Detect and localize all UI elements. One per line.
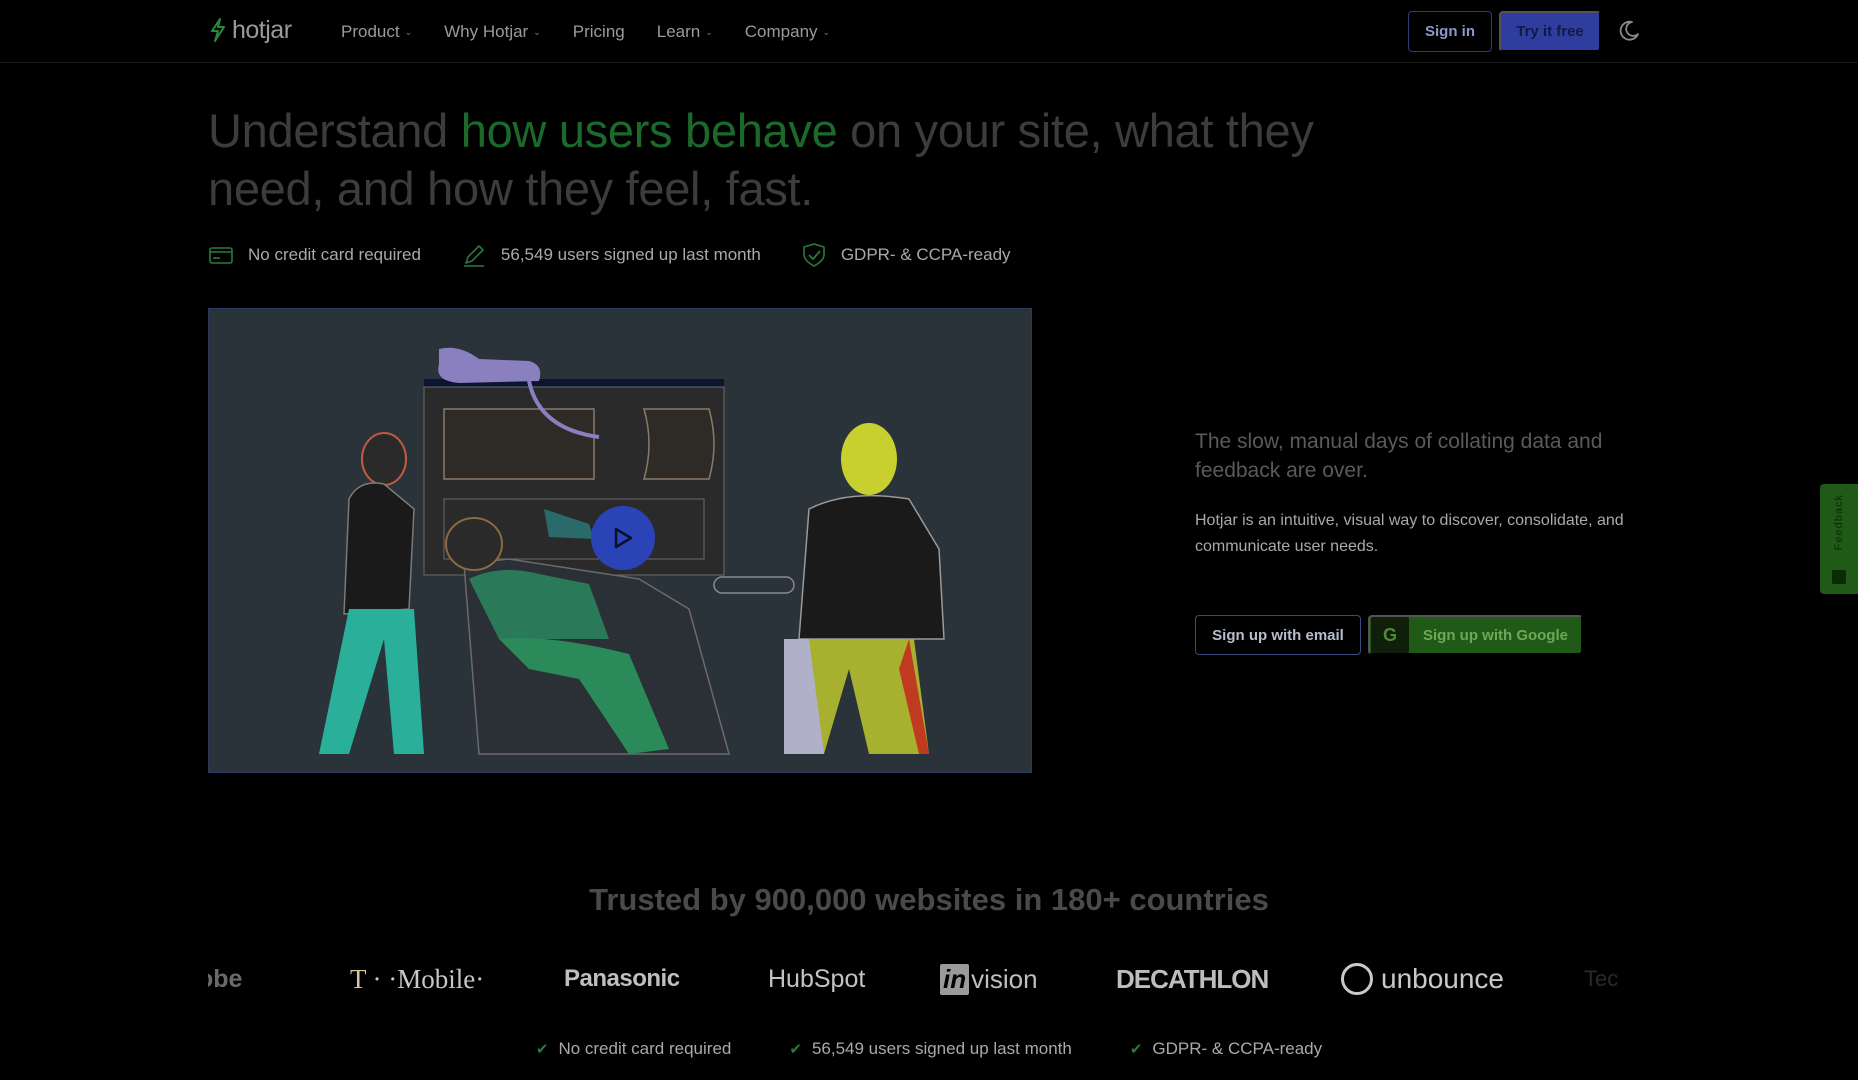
unbounce-wordmark: unbounce <box>1381 963 1505 994</box>
nav-product[interactable]: Product ⌄ <box>341 20 412 44</box>
bottom-badge: ✔ 56,549 users signed up last month <box>789 1039 1071 1059</box>
hero-video[interactable] <box>208 308 1032 773</box>
adobe-logo: obe <box>208 964 243 993</box>
top-nav: hotjar Product ⌄ Why Hotjar ⌄ Pricing Le… <box>0 0 1858 63</box>
hero-lead: The slow, manual days of collating data … <box>1195 430 1603 482</box>
sign-up-email-button[interactable]: Sign up with email <box>1195 615 1361 655</box>
headline-accent: how users behave <box>460 104 838 157</box>
nav-learn[interactable]: Learn ⌄ <box>657 20 713 44</box>
t-mobile-mark: T <box>350 963 367 994</box>
badge-signups: 56,549 users signed up last month <box>461 242 761 268</box>
nav-company[interactable]: Company ⌄ <box>745 20 830 44</box>
try-it-free-button[interactable]: Try it free <box>1499 11 1601 52</box>
badge-label: No credit card required <box>248 245 421 264</box>
logo-text: hotjar <box>232 15 292 44</box>
invision-logo: in vision <box>940 958 1038 1000</box>
check-icon: ✔ <box>1129 1041 1143 1058</box>
feedback-tab[interactable]: Feedback <box>1820 484 1858 594</box>
hubspot-logo: HubSpot <box>768 964 866 993</box>
play-icon <box>614 527 633 549</box>
invision-wordmark: vision <box>971 963 1038 994</box>
chevron-down-icon: ⌄ <box>533 26 541 37</box>
nav-why-hotjar[interactable]: Why Hotjar ⌄ <box>444 20 541 44</box>
t-mobile-logo: T · ·Mobile· <box>350 958 484 1000</box>
headline-pre: Understand <box>208 104 461 157</box>
hotjar-logo[interactable]: hotjar <box>208 16 292 44</box>
bottom-badges: ✔ No credit card required ✔ 56,549 users… <box>0 1039 1858 1059</box>
unbounce-icon <box>1341 963 1373 995</box>
bottom-badge-label: GDPR- & CCPA-ready <box>1152 1039 1323 1058</box>
nav-company-label: Company <box>744 22 818 41</box>
bottom-badge-label: 56,549 users signed up last month <box>811 1039 1072 1058</box>
sign-up-google-button[interactable]: G Sign up with Google <box>1368 615 1583 655</box>
shield-check-icon <box>803 243 825 267</box>
hero-badges: No credit card required 56,549 users sig… <box>208 242 1051 268</box>
techcrunch-logo: Tec <box>1584 966 1619 991</box>
badge-no-credit-card: No credit card required <box>208 242 421 268</box>
sign-in-button[interactable]: Sign in <box>1408 11 1492 52</box>
chevron-down-icon: ⌄ <box>822 26 831 37</box>
check-icon: ✔ <box>789 1041 802 1058</box>
panasonic-logo: Panasonic <box>564 965 680 992</box>
badge-label: 56,549 users signed up last month <box>500 245 761 264</box>
bottom-badge-label: No credit card required <box>558 1039 732 1058</box>
decathlon-logo: DECATHLON <box>1116 963 1269 994</box>
google-button-label: Sign up with Google <box>1423 626 1568 644</box>
hotjar-flame-icon <box>211 18 225 42</box>
chevron-down-icon: ⌄ <box>705 26 713 37</box>
moon-icon[interactable] <box>1617 19 1641 43</box>
trusted-heading: Trusted by 900,000 websites in 180+ coun… <box>589 882 1269 917</box>
badge-gdpr: GDPR- & CCPA-ready <box>801 242 1011 268</box>
badge-label: GDPR- & CCPA-ready <box>840 245 1011 264</box>
nav-pricing[interactable]: Pricing <box>573 20 625 44</box>
invision-mark: in <box>940 963 970 995</box>
hero-headline: Understand how users behave on your site… <box>208 102 1438 218</box>
play-button[interactable] <box>591 506 655 570</box>
feedback-icon <box>1832 570 1846 584</box>
nav-why-hotjar-label: Why Hotjar <box>444 22 529 41</box>
nav-pricing-label: Pricing <box>572 22 625 41</box>
bottom-badge: ✔ No credit card required <box>536 1039 732 1059</box>
unbounce-logo: unbounce <box>1341 958 1504 1000</box>
nav-learn-label: Learn <box>656 22 701 41</box>
credit-card-icon <box>209 247 233 264</box>
google-icon: G <box>1371 617 1409 653</box>
check-icon: ✔ <box>535 1041 549 1058</box>
t-mobile-wordmark: · ·Mobile· <box>372 963 485 994</box>
primary-nav: Product ⌄ Why Hotjar ⌄ Pricing Learn ⌄ C… <box>341 20 862 44</box>
pencil-icon <box>463 245 484 267</box>
brand-logos: obe T · ·Mobile· Panasonic HubSpot in vi… <box>208 958 1650 1000</box>
nav-product-label: Product <box>341 22 400 41</box>
feedback-label: Feedback <box>1833 494 1845 551</box>
chevron-down-icon: ⌄ <box>404 26 413 37</box>
bottom-badge: ✔ GDPR- & CCPA-ready <box>1130 1039 1322 1059</box>
hero-subcopy: Hotjar is an intuitive, visual way to di… <box>1195 512 1624 555</box>
